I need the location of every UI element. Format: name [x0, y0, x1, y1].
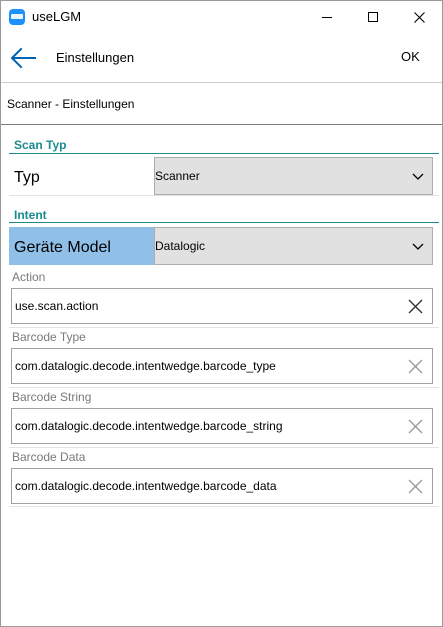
action-label: Action: [12, 270, 46, 284]
close-window-button[interactable]: [396, 1, 442, 33]
model-select-value: Datalogic: [155, 239, 206, 253]
close-icon[interactable]: [408, 419, 423, 434]
close-icon: [414, 12, 425, 23]
typ-select[interactable]: Scanner: [154, 157, 433, 195]
field-divider: [9, 327, 439, 328]
minimize-icon: [322, 17, 332, 18]
typ-label: Typ: [14, 169, 40, 186]
back-button[interactable]: [9, 46, 41, 70]
model-select[interactable]: Datalogic: [154, 227, 433, 265]
barcode-data-label: Barcode Data: [12, 450, 86, 464]
typ-select-value: Scanner: [155, 169, 200, 183]
action-input[interactable]: [15, 289, 395, 323]
model-label: Geräte Model: [14, 239, 111, 256]
barcode-type-input[interactable]: [15, 349, 395, 383]
window-title: useLGM: [32, 9, 82, 24]
field-divider: [9, 506, 439, 507]
barcode-string-field[interactable]: [11, 408, 433, 444]
minimize-button[interactable]: [304, 1, 350, 33]
chevron-down-icon: [412, 243, 424, 250]
barcode-data-input[interactable]: [15, 469, 395, 503]
barcode-data-field[interactable]: [11, 468, 433, 504]
app-bar: Einstellungen OK: [1, 33, 442, 83]
section-divider: [9, 222, 439, 223]
page-title: Einstellungen: [56, 50, 135, 65]
section-heading-scan-typ: Scan Typ: [14, 138, 67, 152]
title-bar: useLGM: [1, 1, 442, 33]
field-divider: [9, 387, 439, 388]
settings-subheader: Scanner - Einstellungen: [1, 83, 442, 125]
app-icon: [9, 9, 25, 25]
field-divider: [9, 447, 439, 448]
barcode-string-label: Barcode String: [12, 390, 92, 404]
close-icon[interactable]: [408, 359, 423, 374]
row-divider: [9, 195, 439, 196]
chevron-down-icon: [412, 173, 424, 180]
barcode-type-label: Barcode Type: [12, 330, 86, 344]
action-field[interactable]: [11, 288, 433, 324]
barcode-type-field[interactable]: [11, 348, 433, 384]
app-window: useLGM Einstellungen OK Scanner - Einste…: [0, 0, 443, 627]
subheader-title: Scanner - Einstellungen: [7, 97, 135, 111]
arrow-left-icon: [10, 47, 36, 69]
barcode-string-input[interactable]: [15, 409, 395, 443]
close-icon[interactable]: [408, 299, 423, 314]
section-divider: [9, 153, 439, 154]
close-icon[interactable]: [408, 479, 423, 494]
maximize-icon: [368, 12, 378, 22]
maximize-button[interactable]: [350, 1, 396, 33]
section-heading-intent: Intent: [14, 208, 47, 222]
ok-button[interactable]: OK: [401, 49, 420, 65]
